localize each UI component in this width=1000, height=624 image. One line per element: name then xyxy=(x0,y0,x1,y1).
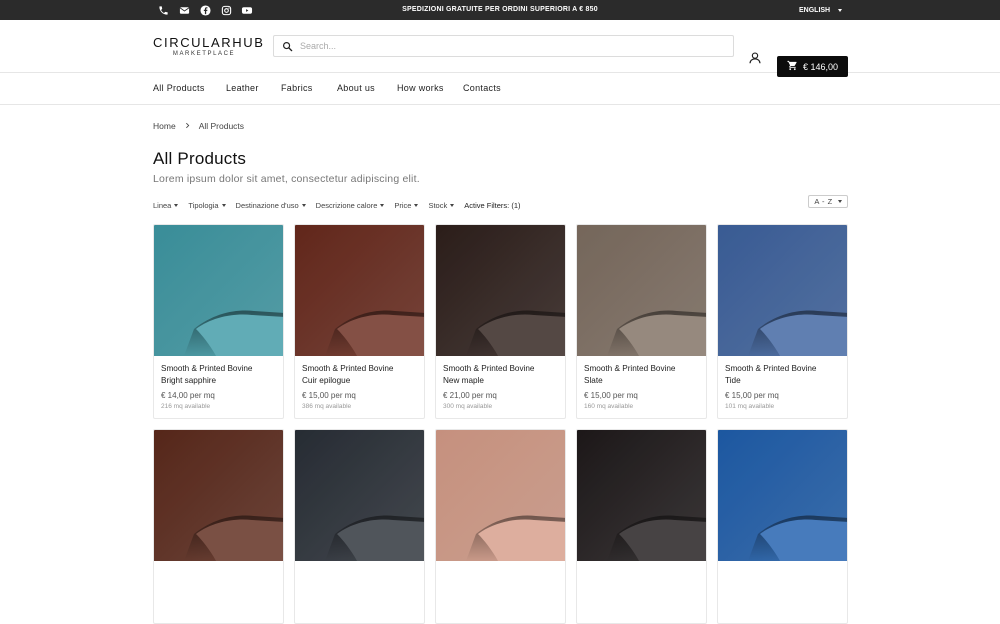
logo-subtext: MARKETPLACE xyxy=(172,51,236,57)
product-availability: 101 mq available xyxy=(725,403,775,410)
product-name-line-2: New maple xyxy=(443,376,484,385)
page-title: All Products xyxy=(153,149,247,168)
caret-down-icon xyxy=(837,200,842,203)
nav-all-products[interactable]: All Products xyxy=(153,73,205,104)
product-image[interactable] xyxy=(718,225,847,356)
product-name[interactable]: Smooth & Printed Bovine Tide xyxy=(725,363,845,387)
filter-label: Descrizione calore xyxy=(315,201,378,210)
product-card[interactable] xyxy=(717,429,848,624)
active-filters[interactable]: Active Filters: (1) xyxy=(464,201,520,210)
filter-descrizione-calore[interactable]: Descrizione calore xyxy=(316,201,385,210)
product-price: € 21,00 per mq xyxy=(443,391,497,400)
product-name-line-1: Smooth & Printed Bovine xyxy=(443,364,535,373)
product-name-line-1: Smooth & Printed Bovine xyxy=(161,364,253,373)
caret-down-icon xyxy=(380,204,385,207)
filter-destinazione-uso[interactable]: Destinazione d'uso xyxy=(236,201,306,210)
product-availability: 216 mq available xyxy=(161,403,211,410)
filter-price[interactable]: Price xyxy=(394,201,419,210)
page-subtitle: Lorem ipsum dolor sit amet, consectetur … xyxy=(153,173,420,185)
filter-tipologia[interactable]: Tipologia xyxy=(188,201,226,210)
caret-down-icon xyxy=(221,204,226,207)
filter-label: Stock xyxy=(428,201,448,210)
product-image[interactable] xyxy=(436,430,565,561)
product-name-line-1: Smooth & Printed Bovine xyxy=(584,364,676,373)
filter-label: Tipologia xyxy=(188,201,219,210)
product-price: € 15,00 per mq xyxy=(302,391,356,400)
caret-down-icon xyxy=(174,204,179,207)
logo[interactable]: CIRCULARHUB MARKETPLACE xyxy=(153,35,265,58)
filter-label: Linea xyxy=(153,201,172,210)
product-card[interactable] xyxy=(153,429,284,624)
breadcrumb: Home All Products xyxy=(153,121,244,131)
product-card[interactable]: Smooth & Printed Bovine Bright sapphire € … xyxy=(153,224,284,419)
product-name-line-2: Tide xyxy=(725,376,741,385)
product-name-line-2: Bright sapphire xyxy=(161,376,217,385)
cart-icon xyxy=(787,60,798,73)
product-name[interactable]: Smooth & Printed Bovine Cuir epilogue xyxy=(302,363,422,387)
nav-contacts[interactable]: Contacts xyxy=(463,73,501,104)
chevron-down-icon xyxy=(838,8,843,12)
language-label: ENGLISH xyxy=(799,6,831,14)
product-image[interactable] xyxy=(154,225,283,356)
main-nav: All Products Leather Fabrics About us Ho… xyxy=(0,73,1000,105)
product-name-line-1: Smooth & Printed Bovine xyxy=(302,364,394,373)
search-icon[interactable] xyxy=(274,41,300,52)
product-card[interactable]: Smooth & Printed Bovine Slate € 15,00 per … xyxy=(576,224,707,419)
product-price: € 14,00 per mq xyxy=(161,391,215,400)
breadcrumb-home[interactable]: Home xyxy=(153,121,176,131)
account-icon[interactable] xyxy=(747,50,763,66)
product-name[interactable]: Smooth & Printed Bovine Slate xyxy=(584,363,704,387)
product-card[interactable] xyxy=(576,429,707,624)
product-image[interactable] xyxy=(436,225,565,356)
cart-total: € 146,00 xyxy=(802,61,839,72)
site-header: CIRCULARHUB MARKETPLACE € 146,00 xyxy=(0,20,1000,77)
product-price: € 15,00 per mq xyxy=(725,391,779,400)
product-image[interactable] xyxy=(718,430,847,561)
product-card[interactable]: Smooth & Printed Bovine Tide € 15,00 per m… xyxy=(717,224,848,419)
product-card[interactable] xyxy=(435,429,566,624)
free-shipping-banner: SPEDIZIONI GRATUITE PER ORDINI SUPERIORI… xyxy=(402,6,598,13)
product-image[interactable] xyxy=(577,430,706,561)
search-bar[interactable] xyxy=(273,35,734,57)
product-availability: 300 mq available xyxy=(443,403,493,410)
product-price: € 15,00 per mq xyxy=(584,391,638,400)
product-card[interactable]: Smooth & Printed Bovine Cuir epilogue € 15… xyxy=(294,224,425,419)
product-availability: 386 mq available xyxy=(302,403,352,410)
caret-down-icon xyxy=(301,204,306,207)
search-input[interactable] xyxy=(300,41,733,51)
filter-stock[interactable]: Stock xyxy=(428,201,455,210)
product-name-line-2: Cuir epilogue xyxy=(302,376,351,385)
caret-down-icon xyxy=(414,204,419,207)
breadcrumb-current: All Products xyxy=(198,121,245,131)
product-name[interactable]: Smooth & Printed Bovine Bright sapphire xyxy=(161,363,281,387)
nav-fabrics[interactable]: Fabrics xyxy=(281,73,313,104)
filter-label: Destinazione d'uso xyxy=(235,201,299,210)
product-name[interactable]: Smooth & Printed Bovine New maple xyxy=(443,363,563,387)
caret-down-icon xyxy=(450,204,455,207)
product-name-line-1: Smooth & Printed Bovine xyxy=(725,364,817,373)
product-image[interactable] xyxy=(295,225,424,356)
product-availability: 160 mq available xyxy=(584,403,634,410)
filter-linea[interactable]: Linea xyxy=(153,201,179,210)
logo-text: CIRCULARHUB xyxy=(153,35,265,50)
top-bar: SPEDIZIONI GRATUITE PER ORDINI SUPERIORI… xyxy=(0,0,1000,20)
sort-value: A - Z xyxy=(814,197,833,206)
product-card[interactable] xyxy=(294,429,425,624)
product-image[interactable] xyxy=(154,430,283,561)
product-card[interactable]: Smooth & Printed Bovine New maple € 21,00 … xyxy=(435,224,566,419)
nav-leather[interactable]: Leather xyxy=(226,73,259,104)
filter-label: Price xyxy=(394,201,412,210)
product-image[interactable] xyxy=(577,225,706,356)
filter-bar: Linea Tipologia Destinazione d'uso Descr… xyxy=(153,201,521,210)
product-image[interactable] xyxy=(295,430,424,561)
nav-how-works[interactable]: How works xyxy=(397,73,444,104)
language-selector[interactable]: ENGLISH xyxy=(799,0,843,20)
chevron-right-icon xyxy=(184,121,191,131)
product-name-line-2: Slate xyxy=(584,376,603,385)
sort-select[interactable]: A - Z xyxy=(808,195,848,208)
nav-about-us[interactable]: About us xyxy=(337,73,375,104)
